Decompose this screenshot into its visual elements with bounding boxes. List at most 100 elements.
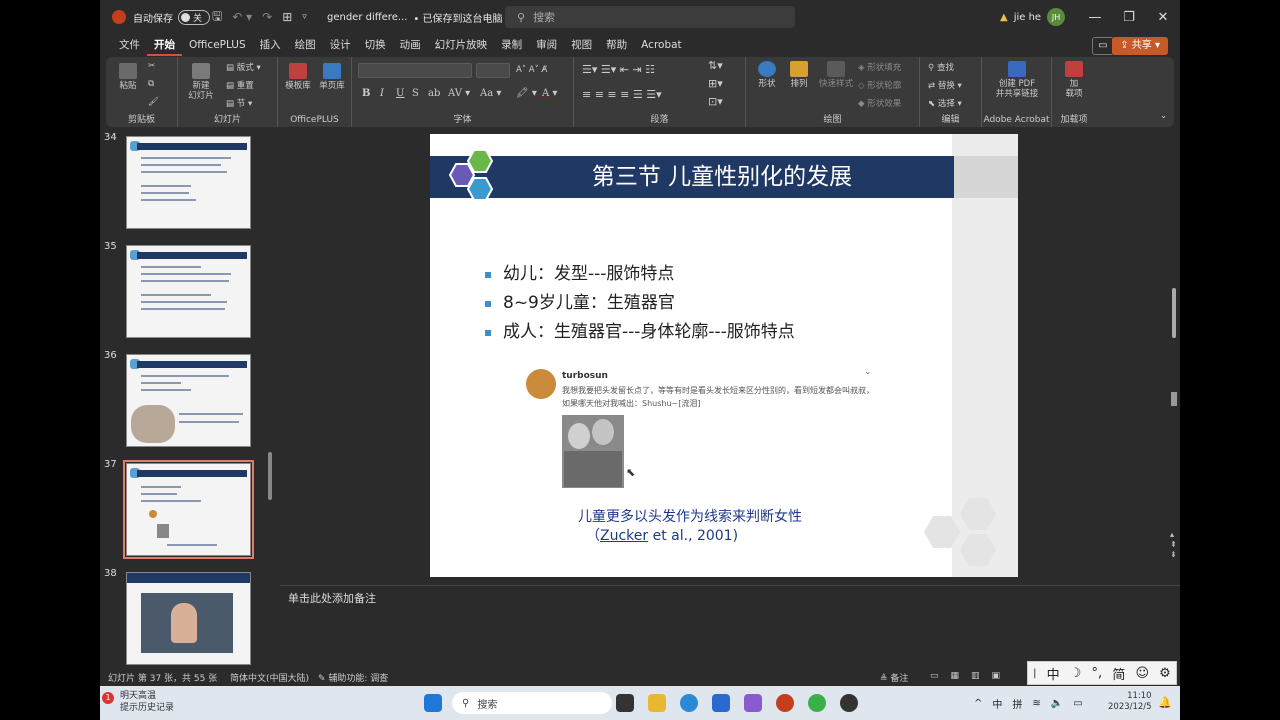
accessibility-status[interactable]: ✎ 辅助功能: 调查 — [318, 671, 388, 684]
tab-slideshow[interactable]: 幻灯片放映 — [428, 34, 495, 56]
input-lang-2[interactable]: 拼 — [1012, 696, 1022, 711]
collapse-ribbon-icon[interactable]: ⌄ — [1160, 111, 1167, 121]
search-box[interactable]: ⚲ 搜索 — [505, 6, 795, 28]
text-direction-icon[interactable]: ⇅▾ — [708, 59, 723, 72]
tab-transitions[interactable]: 切换 — [358, 34, 393, 56]
autosave[interactable]: 自动保存 关 — [133, 0, 210, 34]
tab-home[interactable]: 开始 — [147, 34, 182, 56]
tab-record[interactable]: 录制 — [494, 34, 529, 56]
view-buttons[interactable]: ▭▦▥▣ — [930, 671, 1012, 681]
ime-mode[interactable]: 中 — [1047, 664, 1060, 683]
minimize-icon[interactable]: — — [1078, 10, 1112, 25]
slide-thumbnail-selected[interactable] — [123, 460, 254, 559]
arrange-button[interactable]: 排列 — [784, 61, 814, 89]
share-button[interactable]: ⇪ 共享 ▾ — [1112, 37, 1168, 55]
input-lang-1[interactable]: 中 — [992, 696, 1002, 711]
restore-icon[interactable]: ❐ — [1112, 10, 1146, 25]
moon-icon[interactable]: ☽ — [1070, 666, 1082, 681]
font-name-select[interactable] — [358, 63, 472, 78]
italic-icon[interactable]: I — [380, 88, 384, 99]
account[interactable]: ▲ jie he JH — [1000, 0, 1066, 34]
font-size-select[interactable] — [476, 63, 510, 78]
font-size-buttons[interactable]: A˄ A˅ A̸ — [516, 65, 547, 75]
tab-animations[interactable]: 动画 — [393, 34, 428, 56]
align-text-icon[interactable]: ⊞▾ — [708, 77, 723, 90]
shape-effects-button[interactable]: ◆ 形状效果 — [858, 97, 901, 109]
addins-button[interactable]: 加 载项 — [1058, 61, 1090, 99]
tab-officeplus[interactable]: OfficePLUS — [182, 34, 253, 56]
clock[interactable]: 11:10 2023/12/5 — [1108, 691, 1152, 713]
tab-help[interactable]: 帮助 — [599, 34, 634, 56]
shapes-button[interactable]: 形状 — [752, 61, 782, 89]
battery-icon[interactable]: ▭ — [1073, 698, 1082, 709]
slide-thumbnail[interactable] — [126, 572, 251, 665]
undo-icon[interactable]: ↶ ▾ — [232, 10, 252, 24]
replace-button[interactable]: ⇄ 替换 ▾ — [928, 79, 962, 91]
punctuation-icon[interactable]: °, — [1092, 666, 1103, 681]
bold-icon[interactable]: B — [362, 88, 370, 99]
volume-icon[interactable]: 🔈 — [1051, 698, 1063, 709]
tab-file[interactable]: 文件 — [112, 34, 147, 56]
thumbnail-scrollbar[interactable] — [268, 452, 272, 500]
single-page-lib-button[interactable]: 单页库 — [316, 63, 348, 91]
create-pdf-button[interactable]: 创建 PDF 并共享链接 — [986, 61, 1048, 99]
taskbar-search[interactable]: ⚲ 搜索 — [452, 692, 612, 714]
file-explorer-icon[interactable] — [648, 694, 666, 712]
language-status[interactable]: 简体中文(中国大陆) — [230, 671, 309, 684]
tab-draw[interactable]: 绘图 — [288, 34, 323, 56]
save-icon[interactable]: 🖫 — [212, 7, 222, 28]
tab-review[interactable]: 审阅 — [529, 34, 564, 56]
copilot-icon[interactable] — [744, 694, 762, 712]
media-player-icon[interactable] — [808, 694, 826, 712]
video-app-icon[interactable] — [840, 694, 858, 712]
highlight-icon[interactable]: 🖍 ▾ — [516, 88, 537, 99]
ime-toolbar[interactable]: | 中 ☽ °, 简 ☺ ⚙ — [1027, 661, 1177, 685]
windows-start-icon[interactable] — [424, 694, 442, 712]
scroll-arrows[interactable]: ▴ ⇞ ⇟ — [1170, 530, 1177, 560]
spacing-icon[interactable]: ab — [428, 88, 440, 99]
notification-icon[interactable]: 🔔 — [1158, 696, 1172, 709]
document-title[interactable]: gender differe... • 已保存到这台电脑 ⌄ — [327, 0, 512, 34]
scroll-thumb[interactable] — [1172, 288, 1176, 338]
task-view-icon[interactable] — [616, 694, 634, 712]
find-button[interactable]: ⚲ 查找 — [928, 61, 954, 73]
present-icon[interactable]: ⊞ — [282, 10, 292, 24]
quick-styles-button[interactable]: 快速样式 — [818, 61, 854, 89]
format-painter-icon[interactable]: 🖌 — [148, 97, 159, 107]
close-icon[interactable]: ✕ — [1146, 10, 1180, 25]
select-button[interactable]: ⬉ 选择 ▾ — [928, 97, 962, 109]
emoji-icon[interactable]: ☺ — [1135, 666, 1149, 681]
tray-chevron-icon[interactable]: ^ — [974, 698, 982, 709]
smartart-icon[interactable]: ⊡▾ — [708, 95, 723, 108]
slide-thumbnail[interactable] — [126, 136, 251, 229]
copy-icon[interactable]: ⧉ — [148, 79, 154, 89]
comments-button[interactable]: ▭ — [1092, 37, 1114, 55]
store-icon[interactable] — [712, 694, 730, 712]
paste-button[interactable]: 粘贴 — [114, 63, 142, 91]
font-color-icon[interactable]: A ▾ — [542, 88, 557, 99]
slide-thumbnail[interactable] — [126, 245, 251, 338]
layout-button[interactable]: ▤ 版式 ▾ — [226, 61, 261, 73]
strikethrough-icon[interactable]: S — [412, 88, 419, 99]
gear-icon[interactable]: ⚙ — [1159, 666, 1171, 681]
reset-button[interactable]: ▤ 重置 — [226, 79, 254, 91]
tab-acrobat[interactable]: Acrobat — [634, 34, 689, 56]
section-button[interactable]: ▤ 节 ▾ — [226, 97, 252, 109]
new-slide-button[interactable]: 新建 幻灯片 — [184, 63, 218, 101]
redo-icon[interactable]: ↷ — [262, 10, 272, 24]
underline-icon[interactable]: U — [396, 88, 404, 99]
shape-outline-button[interactable]: ◇ 形状轮廓 — [858, 79, 901, 91]
change-case-icon[interactable]: Aa ▾ — [480, 88, 501, 99]
cut-icon[interactable]: ✂ — [148, 61, 155, 71]
autosave-toggle[interactable]: 关 — [178, 9, 210, 25]
edge-icon[interactable] — [680, 694, 698, 712]
char-spacing-icon[interactable]: AV ▾ — [448, 88, 470, 99]
list-icons[interactable]: ☰▾ ☰▾ ⇤ ⇥ ☷ — [582, 63, 655, 76]
template-lib-button[interactable]: 模板库 — [282, 63, 314, 91]
ime-script[interactable]: 简 — [1112, 664, 1125, 683]
slide-canvas[interactable]: 第三节 儿童性别化的发展 幼儿：发型---服饰特点 8~9岁儿童：生殖器官 成人… — [430, 134, 1018, 577]
weather-widget[interactable]: 明天高温 提示历史记录 — [120, 690, 174, 714]
shape-fill-button[interactable]: ◈ 形状填充 — [858, 61, 901, 73]
wifi-icon[interactable]: ≋ — [1032, 698, 1040, 709]
tab-design[interactable]: 设计 — [323, 34, 358, 56]
